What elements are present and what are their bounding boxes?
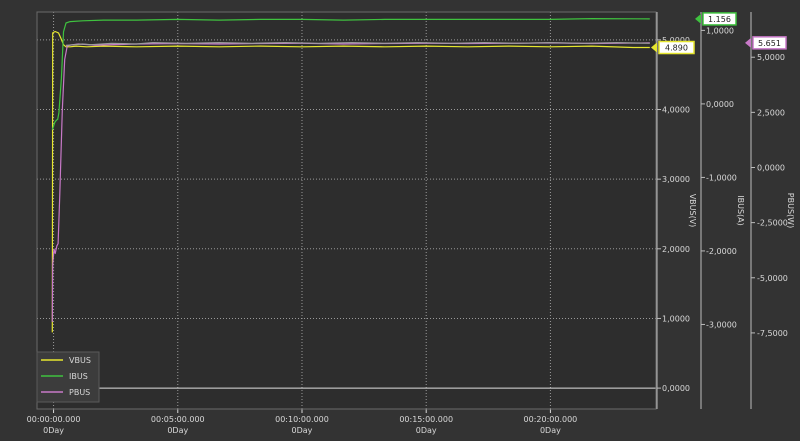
- x-tick-label: 00:10:00.000: [275, 415, 329, 424]
- ibus-axis-title: IBUS(A): [736, 195, 745, 226]
- x-tick-label: 00:05:00.000: [151, 415, 205, 424]
- x-tick-sublabel: 0Day: [540, 426, 561, 435]
- vbus-value-label: 4.890: [665, 44, 688, 53]
- x-tick-sublabel: 0Day: [167, 426, 188, 435]
- pbus-tick-label: -5,0000: [757, 274, 788, 283]
- ibus-tick-label: -3,0000: [706, 320, 737, 329]
- ibus-tick-label: 1,0000: [706, 26, 734, 35]
- x-tick-sublabel: 0Day: [292, 426, 313, 435]
- x-tick-label: 00:00:00.000: [27, 415, 81, 424]
- pbus-tick-label: 5,0000: [757, 53, 785, 62]
- pbus-axis-title: PBUS(W): [786, 193, 795, 228]
- chart-svg: 00:00:00.000 0Day 00:05:00.000 0Day 00:10:00…: [27, 11, 795, 435]
- legend-label-ibus: IBUS: [69, 372, 88, 381]
- vbus-tick-label: 3,0000: [662, 175, 690, 184]
- legend-label-vbus: VBUS: [69, 356, 91, 365]
- pbus-tick-label: -7,5000: [757, 329, 788, 338]
- ibus-tick-label: -2,0000: [706, 247, 737, 256]
- pbus-value-label: 5.651: [758, 39, 781, 48]
- x-tick-sublabel: 0Day: [43, 426, 64, 435]
- legend[interactable]: VBUS IBUS PBUS: [36, 351, 100, 403]
- pbus-tick-label: 2,5000: [757, 108, 785, 117]
- x-tick-label: 00:20:00.000: [524, 415, 578, 424]
- vbus-tick-label: 1,0000: [662, 314, 690, 323]
- vbus-tick-label: 4,0000: [662, 106, 690, 115]
- x-tick-label: 00:15:00.000: [399, 415, 453, 424]
- pbus-tick-label: -2,5000: [757, 219, 788, 228]
- pbus-tick-label: 0,0000: [757, 163, 785, 172]
- vbus-axis-title: VBUS(V): [688, 194, 697, 228]
- x-tick-sublabel: 0Day: [416, 426, 437, 435]
- chart-window: 00:00:00.000 0Day 00:05:00.000 0Day 00:10:00…: [0, 0, 800, 437]
- ibus-tick-label: 0,0000: [706, 100, 734, 109]
- legend-label-pbus: PBUS: [69, 388, 90, 397]
- ibus-value-pointer: [695, 13, 701, 24]
- vbus-tick-label: 2,0000: [662, 245, 690, 254]
- plot-area: [37, 12, 656, 409]
- vbus-tick-label: 0,0000: [662, 384, 690, 393]
- pbus-value-pointer: [745, 37, 751, 48]
- ibus-value-label: 1.156: [708, 15, 731, 24]
- ibus-tick-label: -1,0000: [706, 173, 737, 182]
